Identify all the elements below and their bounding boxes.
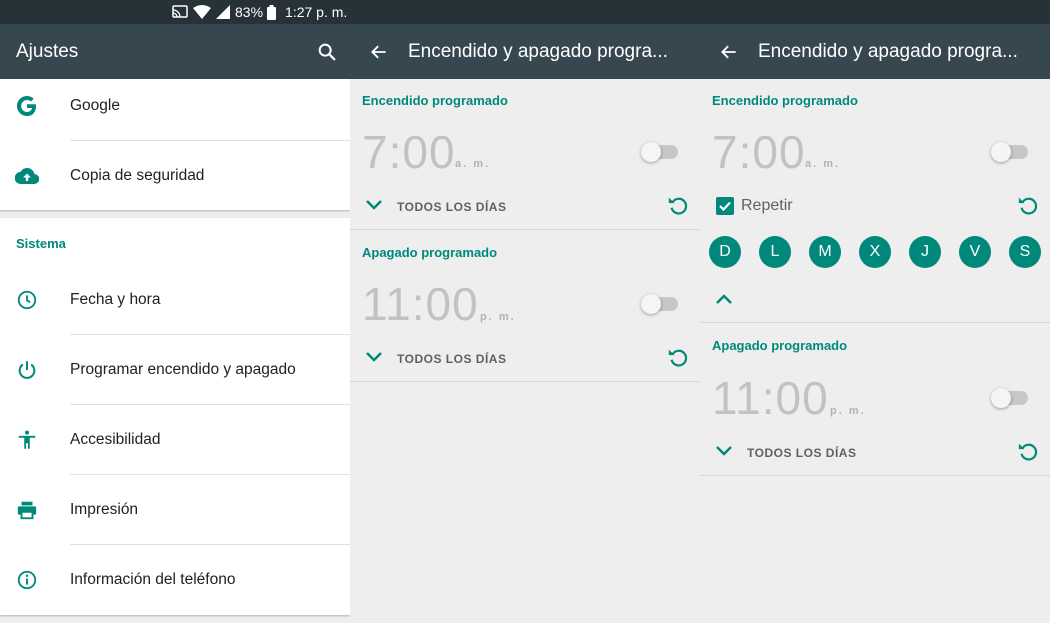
wifi-icon <box>193 5 211 19</box>
power-off-time[interactable]: 11:00 <box>362 277 479 331</box>
page-title: Ajustes <box>16 40 79 62</box>
schedule-panel: Encendido programado 7:00 a. m. TODOS LO… <box>350 79 700 623</box>
undo-icon <box>668 197 688 215</box>
day-saturday[interactable]: S <box>1009 236 1041 268</box>
repeat-label: Repetir <box>741 197 793 214</box>
section-title: Sistema <box>16 236 66 251</box>
search-button[interactable] <box>316 41 338 63</box>
settings-item-date-time[interactable]: Fecha y hora <box>0 265 350 335</box>
day-tuesday[interactable]: M <box>809 236 841 268</box>
toggle-thumb <box>991 142 1011 162</box>
day-thursday[interactable]: J <box>909 236 941 268</box>
chevron-up-icon <box>716 294 732 304</box>
settings-item-schedule-power[interactable]: Programar encendido y apagado <box>0 335 350 405</box>
undo-icon <box>1018 197 1038 215</box>
power-off-time[interactable]: 11:00 <box>712 371 829 425</box>
chevron-down-icon <box>366 200 382 210</box>
clock-time: 1:27 p. m. <box>285 4 348 20</box>
divider <box>700 322 1050 323</box>
day-friday[interactable]: V <box>959 236 991 268</box>
day-monday[interactable]: L <box>759 236 791 268</box>
divider <box>700 475 1050 476</box>
undo-icon <box>1018 443 1038 461</box>
power-off-toggle[interactable] <box>991 388 1028 408</box>
page-title: Encendido y apagado progra... <box>408 40 668 62</box>
reset-button[interactable] <box>1016 193 1040 217</box>
back-button[interactable] <box>700 42 758 62</box>
divider <box>350 381 700 382</box>
back-button[interactable] <box>350 42 408 62</box>
collapse-button[interactable] <box>714 289 734 309</box>
section-heading: Apagado programado <box>362 245 498 260</box>
settings-item-google[interactable]: Google <box>0 71 350 141</box>
schedule-toolbar: Encendido y apagado progra... <box>350 24 700 79</box>
power-off-period: p. m. <box>830 405 866 417</box>
repeat-summary: TODOS LOS DÍAS <box>397 200 507 214</box>
reset-button[interactable] <box>666 193 690 217</box>
day-wednesday[interactable]: X <box>859 236 891 268</box>
cloud-upload-icon <box>15 164 39 188</box>
power-icon <box>15 358 39 382</box>
clock-icon <box>15 288 39 312</box>
reset-button[interactable] <box>1016 439 1040 463</box>
divider <box>350 229 700 230</box>
printer-icon <box>15 498 39 522</box>
settings-item-accessibility[interactable]: Accesibilidad <box>0 405 350 475</box>
day-sunday[interactable]: D <box>709 236 741 268</box>
expand-button[interactable] <box>364 347 384 367</box>
power-off-toggle[interactable] <box>641 294 678 314</box>
section-heading: Apagado programado <box>712 338 848 353</box>
battery-icon <box>267 4 277 20</box>
power-on-toggle[interactable] <box>991 142 1028 162</box>
reset-button[interactable] <box>666 345 690 369</box>
page-title: Encendido y apagado progra... <box>758 40 1018 62</box>
power-on-time[interactable]: 7:00 <box>712 125 806 179</box>
cast-icon <box>172 5 188 18</box>
info-icon <box>15 568 39 592</box>
arrow-back-icon <box>721 45 736 58</box>
chevron-down-icon <box>366 352 382 362</box>
check-icon <box>719 201 731 212</box>
status-bar: 83% 1:27 p. m. <box>0 0 1050 24</box>
repeat-summary: TODOS LOS DÍAS <box>397 352 507 366</box>
power-on-toggle[interactable] <box>641 142 678 162</box>
power-on-time[interactable]: 7:00 <box>362 125 456 179</box>
power-on-period: a. m. <box>455 158 491 170</box>
signal-icon <box>216 5 230 19</box>
section-heading: Encendido programado <box>712 93 858 108</box>
expand-button[interactable] <box>714 441 734 461</box>
power-off-period: p. m. <box>480 311 516 323</box>
system-card: Sistema Fecha y hora Programar encendido… <box>0 218 350 615</box>
settings-item-phone-info[interactable]: Información del teléfono <box>0 545 350 615</box>
power-on-period: a. m. <box>805 158 841 170</box>
arrow-back-icon <box>371 45 386 58</box>
status-icons: 83% 1:27 p. m. <box>172 0 351 24</box>
search-icon <box>318 43 336 60</box>
schedule-panel-expanded: Encendido programado 7:00 a. m. Repetir … <box>700 79 1050 623</box>
google-icon <box>15 94 39 118</box>
chevron-down-icon <box>716 446 732 456</box>
settings-panel: Google Copia de seguridad Sistema Fecha … <box>0 79 350 623</box>
accounts-card: Google Copia de seguridad <box>0 79 350 210</box>
settings-item-printing[interactable]: Impresión <box>0 475 350 545</box>
settings-item-backup[interactable]: Copia de seguridad <box>0 141 350 211</box>
toggle-thumb <box>991 388 1011 408</box>
repeat-summary: TODOS LOS DÍAS <box>747 446 857 460</box>
undo-icon <box>668 349 688 367</box>
expand-button[interactable] <box>364 195 384 215</box>
accessibility-icon <box>15 428 39 452</box>
repeat-checkbox[interactable] <box>716 197 734 215</box>
schedule-toolbar: Encendido y apagado progra... <box>700 24 1050 79</box>
toggle-thumb <box>641 142 661 162</box>
section-heading: Encendido programado <box>362 93 508 108</box>
toggle-thumb <box>641 294 661 314</box>
battery-percent: 83% <box>235 4 264 20</box>
